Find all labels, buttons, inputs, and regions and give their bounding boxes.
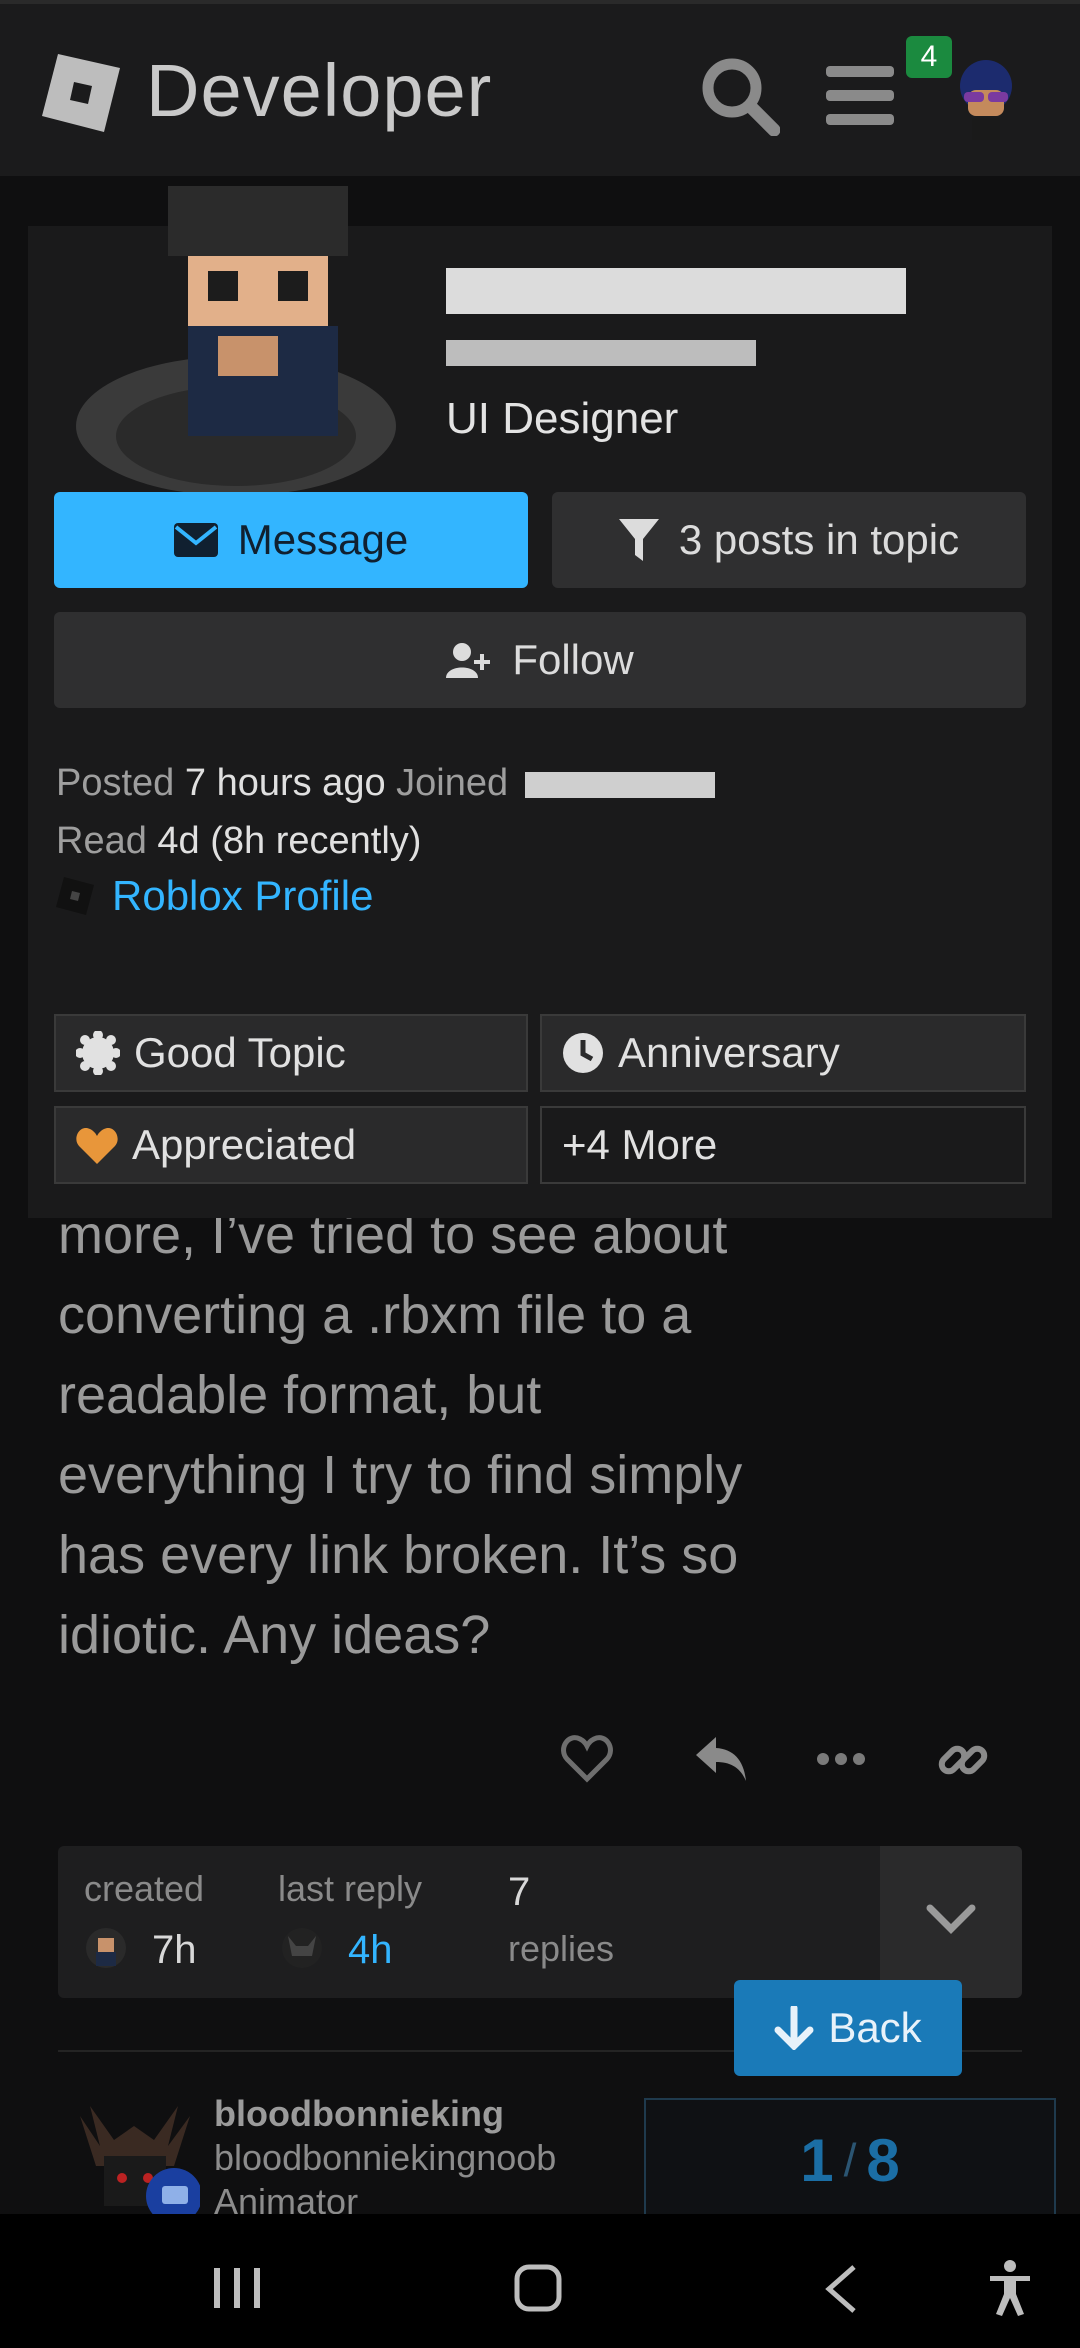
badge-more[interactable]: +4 More — [540, 1106, 1026, 1184]
roblox-profile-link[interactable]: Roblox Profile — [56, 872, 373, 920]
expand-topic-map-button[interactable] — [880, 1846, 1022, 1998]
posts-in-topic-label: 3 posts in topic — [678, 516, 960, 563]
add-user-icon — [446, 643, 491, 678]
last-reply-value[interactable]: 4h — [348, 1928, 393, 1973]
user-card: UI Designer Message 3 posts in topic Fol… — [28, 186, 1052, 1218]
badge-label: Good Topic — [134, 1029, 346, 1076]
roblox-logo-icon[interactable] — [42, 54, 120, 132]
hamburger-menu-icon[interactable] — [826, 66, 894, 126]
topic-stats: created 7h last reply 4h 7 replies — [58, 1846, 1022, 1998]
accessibility-icon[interactable] — [988, 2260, 1032, 2316]
roblox-icon — [56, 877, 94, 915]
timeline-separator: / — [843, 2134, 857, 2186]
home-icon[interactable] — [514, 2264, 562, 2312]
user-card-avatar[interactable] — [58, 136, 408, 496]
back-nav-icon[interactable] — [824, 2264, 858, 2314]
envelope-icon — [173, 523, 218, 557]
follow-label: Follow — [512, 636, 634, 683]
back-button[interactable]: Back — [734, 1980, 962, 2076]
post-line: readable format, but — [58, 1365, 542, 1425]
badge-label: Anniversary — [618, 1029, 840, 1076]
created-value: 7h — [152, 1928, 197, 1972]
post-line: everything I try to find simply — [58, 1445, 743, 1505]
share-link-icon[interactable] — [938, 1735, 988, 1785]
next-post-username[interactable]: bloodbonnieking — [214, 2092, 556, 2136]
post-line: converting a .rbxm file to a — [58, 1285, 692, 1345]
post-body: more, I’ve tried to see about converting… — [58, 1195, 1038, 1675]
back-label: Back — [828, 2004, 922, 2051]
joined-label: Joined — [396, 762, 509, 804]
user-avatar[interactable] — [950, 56, 1022, 140]
badge-good-topic[interactable]: Good Topic — [54, 1014, 528, 1092]
filter-posts-button[interactable]: 3 posts in topic — [552, 492, 1026, 588]
replies-label: replies — [508, 1928, 615, 1969]
search-icon[interactable] — [700, 56, 780, 136]
heart-icon — [76, 1127, 118, 1164]
posted-joined-row: Posted 7 hours ago Joined — [56, 762, 715, 805]
message-button[interactable]: Message — [54, 492, 528, 588]
last-replier-avatar[interactable] — [280, 1926, 324, 1970]
next-post-avatar[interactable] — [70, 2106, 200, 2214]
badge-label: +4 More — [562, 1121, 718, 1168]
arrow-down-icon — [774, 2006, 814, 2050]
filter-icon — [618, 519, 659, 561]
timeline-current: 1 — [800, 2126, 834, 2194]
read-value: 4d (8h recently) — [157, 820, 422, 862]
certificate-icon — [76, 1031, 120, 1075]
system-nav-bar — [0, 2214, 1080, 2348]
badge-label: Appreciated — [132, 1121, 357, 1168]
follow-button[interactable]: Follow — [54, 612, 1026, 708]
recent-apps-icon[interactable] — [212, 2266, 262, 2310]
posted-label: Posted — [56, 762, 175, 804]
creator-avatar[interactable] — [84, 1926, 128, 1970]
roblox-profile-label: Roblox Profile — [112, 872, 374, 919]
timeline-position[interactable]: 1 / 8 — [644, 2098, 1056, 2222]
badge-anniversary[interactable]: Anniversary — [540, 1014, 1026, 1092]
user-title: UI Designer — [446, 394, 679, 443]
last-reply-label: last reply — [278, 1868, 423, 1909]
timeline-total: 8 — [866, 2126, 900, 2194]
read-row: Read 4d (8h recently) — [56, 820, 421, 863]
chevron-down-icon — [926, 1904, 976, 1934]
read-label: Read — [56, 820, 147, 862]
redacted-display-name — [446, 268, 906, 314]
redacted-join-date — [524, 771, 715, 798]
created-label: created — [84, 1868, 205, 1909]
more-actions-icon[interactable] — [816, 1752, 866, 1766]
brand-title[interactable]: Developer — [146, 48, 492, 133]
next-post-handle: bloodbonniekingnoob — [214, 2137, 557, 2178]
post-line: idiotic. Any ideas? — [58, 1605, 491, 1665]
clock-icon — [563, 1033, 603, 1073]
message-label: Message — [237, 516, 409, 563]
redacted-username — [446, 340, 756, 366]
posted-value: 7 hours ago — [184, 762, 386, 804]
badge-appreciated[interactable]: Appreciated — [54, 1106, 528, 1184]
post-line: has every link broken. It’s so — [58, 1525, 739, 1585]
notification-badge[interactable]: 4 — [906, 36, 952, 78]
reply-icon[interactable] — [694, 1735, 748, 1783]
like-heart-icon[interactable] — [560, 1735, 614, 1783]
next-post-user: bloodbonnieking bloodbonniekingnoob Anim… — [214, 2092, 556, 2224]
replies-count: 7 — [508, 1870, 531, 1914]
